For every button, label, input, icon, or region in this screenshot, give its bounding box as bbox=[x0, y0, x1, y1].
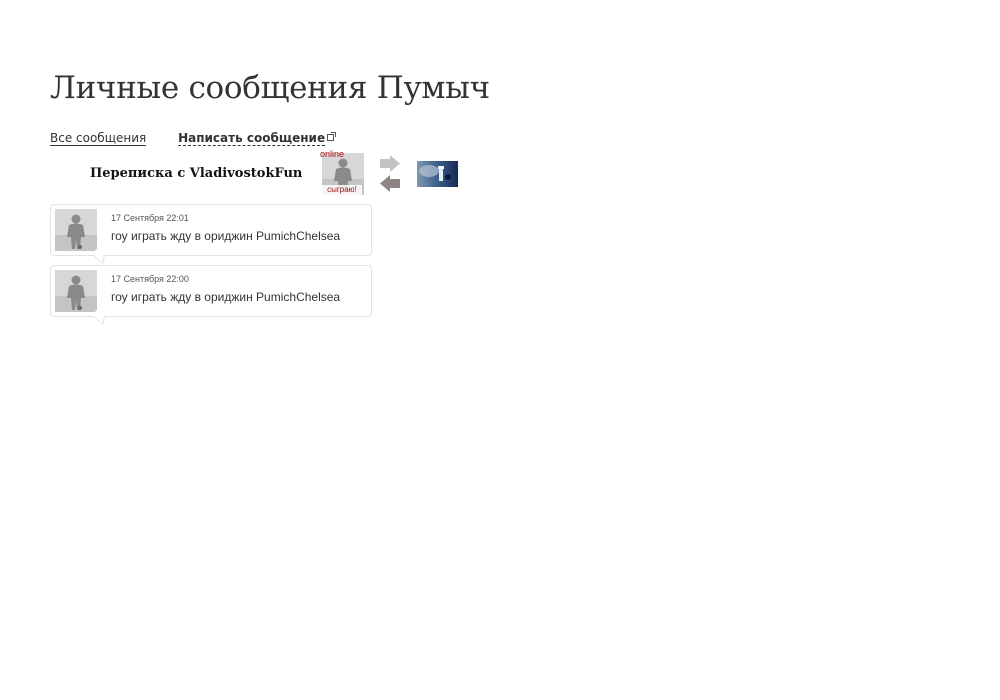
game-thumbnail-icon bbox=[417, 161, 458, 187]
play-badge: сыграю! bbox=[322, 185, 362, 195]
message-item[interactable]: 17 Сентября 22:00 гоу играть жду в оридж… bbox=[50, 265, 372, 317]
write-message-label: Написать сообщение bbox=[178, 131, 326, 145]
write-message-link[interactable]: Написать сообщение bbox=[178, 131, 326, 146]
external-window-icon bbox=[327, 132, 337, 141]
sender-avatar[interactable] bbox=[55, 209, 97, 251]
thread-arrows bbox=[380, 155, 400, 193]
page: Личные сообщения Пумыч Все сообщения Нап… bbox=[0, 0, 1000, 700]
message-text: гоу играть жду в ориджин PumichChelsea bbox=[111, 229, 341, 243]
message-text: гоу играть жду в ориджин PumichChelsea bbox=[111, 290, 341, 304]
sender-avatar[interactable] bbox=[55, 270, 97, 312]
page-title: Личные сообщения Пумыч bbox=[50, 70, 490, 106]
player-silhouette-icon bbox=[55, 209, 97, 251]
message-date: 17 Сентября 22:00 bbox=[111, 274, 189, 284]
partner-avatar[interactable]: online сыграю! bbox=[320, 149, 364, 195]
online-status-badge: online bbox=[320, 149, 345, 159]
all-messages-link[interactable]: Все сообщения bbox=[50, 131, 147, 146]
thread-label: Переписка с VladivostokFun bbox=[90, 166, 303, 181]
message-date: 17 Сентября 22:01 bbox=[111, 213, 189, 223]
thread-header: Переписка с VladivostokFun online сыграю… bbox=[90, 149, 470, 197]
arrow-right-icon[interactable] bbox=[380, 155, 400, 172]
player-silhouette-icon bbox=[55, 270, 97, 312]
nav-links: Все сообщения Написать сообщение bbox=[50, 131, 337, 146]
message-item[interactable]: 17 Сентября 22:01 гоу играть жду в оридж… bbox=[50, 204, 372, 256]
partner-thumbnail[interactable] bbox=[417, 161, 458, 187]
arrow-left-icon[interactable] bbox=[380, 175, 400, 192]
